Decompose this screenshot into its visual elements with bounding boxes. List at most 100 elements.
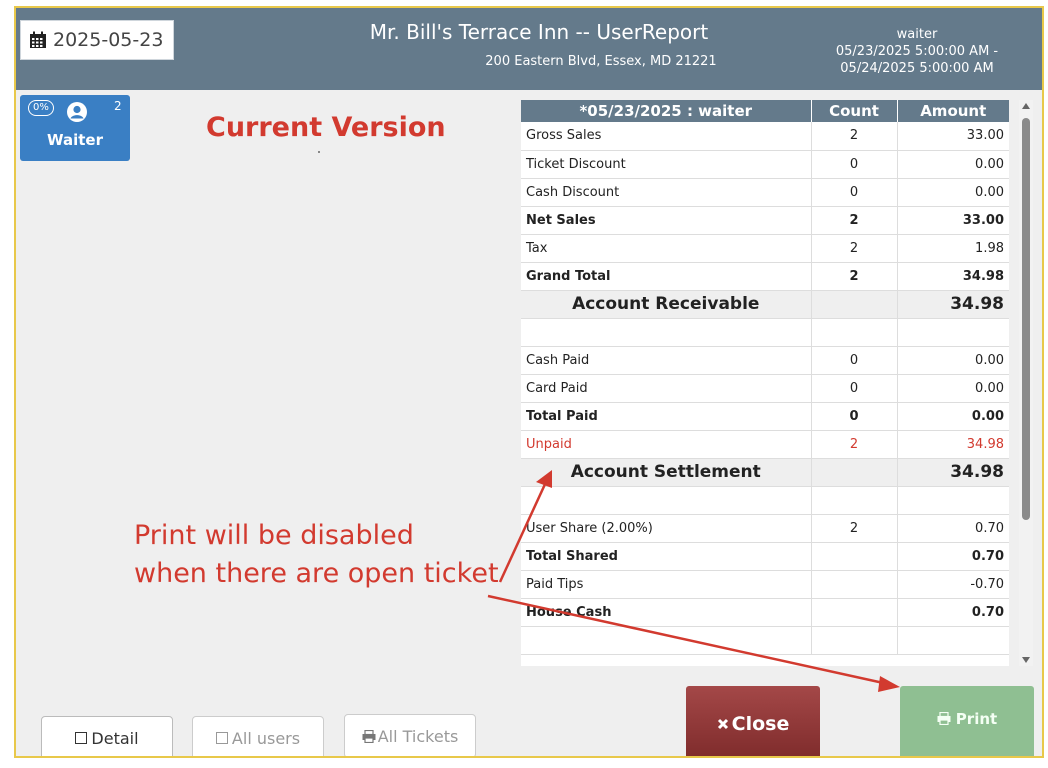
table-row: Total Shared 0.70 <box>521 542 1009 571</box>
row-label: Net Sales <box>521 206 811 235</box>
row-amount: 0.00 <box>896 178 1009 207</box>
note-line-2: when there are open ticket <box>134 558 499 589</box>
restaurant-address: 200 Eastern Blvd, Essex, MD 21221 <box>485 54 717 69</box>
print-label: Print <box>955 710 998 728</box>
report-window: 2025-05-23 Mr. Bill's Terrace Inn -- Use… <box>14 6 1044 758</box>
user-icon <box>67 102 87 122</box>
row-amount <box>896 486 1009 515</box>
row-label: Cash Discount <box>521 178 811 207</box>
report-scrollbar[interactable] <box>1019 100 1033 666</box>
row-label: User Share (2.00%) <box>521 514 811 543</box>
row-count <box>810 486 897 515</box>
detail-label: Detail <box>91 728 139 748</box>
report-table-container[interactable]: *05/23/2025 : waiter Count Amount Gross … <box>521 100 1009 666</box>
arrow-print-head-icon <box>878 676 900 692</box>
row-count: 0 <box>810 346 897 375</box>
row-amount: 34.98 <box>896 290 1009 319</box>
row-count: 2 <box>810 430 897 459</box>
table-row: House Cash 0.70 <box>521 598 1009 627</box>
row-count <box>810 626 897 655</box>
row-count: 0 <box>810 178 897 207</box>
row-count: 2 <box>810 234 897 263</box>
report-title: Mr. Bill's Terrace Inn -- UserReport <box>369 20 709 44</box>
row-count <box>810 458 897 487</box>
row-amount: 0.00 <box>896 346 1009 375</box>
row-amount: 1.98 <box>896 234 1009 263</box>
scroll-thumb[interactable] <box>1022 118 1030 520</box>
report-header: 2025-05-23 Mr. Bill's Terrace Inn -- Use… <box>16 8 1042 90</box>
row-amount: 0.00 <box>896 374 1009 403</box>
section-label: Account Receivable <box>521 290 811 319</box>
date-range-end: 05/24/2025 5:00:00 AM <box>840 61 994 76</box>
all-users-label: All users <box>231 728 301 748</box>
row-label <box>521 626 811 655</box>
row-amount: 33.00 <box>896 206 1009 235</box>
print-note-annotation: Print will be disabled when there are op… <box>134 517 499 593</box>
column-header: Amount <box>897 100 1009 122</box>
all-tickets-button[interactable]: All Tickets <box>344 714 476 756</box>
row-count: 2 <box>810 122 897 151</box>
row-amount: 0.00 <box>896 150 1009 179</box>
row-label: Paid Tips <box>521 570 811 599</box>
row-count: 2 <box>810 514 897 543</box>
row-label: Unpaid <box>521 430 811 459</box>
row-label: Tax <box>521 234 811 263</box>
row-count: 0 <box>810 150 897 179</box>
close-label: Close <box>731 713 790 735</box>
table-row: Cash Discount 0 0.00 <box>521 178 1009 207</box>
row-label: Total Paid <box>521 402 811 431</box>
table-header-row: *05/23/2025 : waiter Count Amount <box>521 100 1009 122</box>
row-label: Ticket Discount <box>521 150 811 179</box>
table-row: Ticket Discount 0 0.00 <box>521 150 1009 179</box>
row-label: Card Paid <box>521 374 811 403</box>
scroll-down-arrow-icon[interactable] <box>1022 657 1030 663</box>
detail-checkbox-button[interactable]: Detail <box>41 716 173 756</box>
table-row: Grand Total 2 34.98 <box>521 262 1009 291</box>
row-amount: 0.70 <box>896 598 1009 627</box>
row-count: 0 <box>810 374 897 403</box>
note-line-1: Print will be disabled <box>134 520 414 551</box>
section-label: Account Settlement <box>521 458 811 487</box>
current-version-annotation: Current Version <box>206 112 446 143</box>
row-count <box>810 290 897 319</box>
row-label <box>521 486 811 515</box>
row-label: Cash Paid <box>521 346 811 375</box>
row-count <box>810 598 897 627</box>
row-label <box>521 318 811 347</box>
table-row: Paid Tips -0.70 <box>521 570 1009 599</box>
section-row: Account Receivable 34.98 <box>521 290 1009 319</box>
header-user: waiter <box>896 27 938 42</box>
ticket-count: 2 <box>114 99 122 113</box>
blank-row <box>521 318 1009 347</box>
blank-row <box>521 626 1009 655</box>
close-button[interactable]: Close <box>686 686 820 756</box>
table-row: Gross Sales 2 33.00 <box>521 122 1009 151</box>
printer-icon <box>937 712 951 725</box>
checkbox-icon <box>215 732 228 744</box>
printer-icon <box>362 730 376 743</box>
all-users-checkbox-button[interactable]: All users <box>192 716 324 756</box>
row-count <box>810 318 897 347</box>
blank-row <box>521 486 1009 515</box>
column-header: Count <box>811 100 898 122</box>
row-amount: 34.98 <box>896 262 1009 291</box>
waiter-user-button[interactable]: 0% 2 Waiter <box>20 95 130 161</box>
print-button[interactable]: Print <box>900 686 1034 756</box>
report-table: *05/23/2025 : waiter Count Amount Gross … <box>521 100 1009 655</box>
row-count <box>810 542 897 571</box>
table-row: Net Sales 2 33.00 <box>521 206 1009 235</box>
row-label: Total Shared <box>521 542 811 571</box>
row-label: Grand Total <box>521 262 811 291</box>
scroll-up-arrow-icon[interactable] <box>1022 103 1030 109</box>
column-header: *05/23/2025 : waiter <box>521 100 812 122</box>
section-row: Account Settlement 34.98 <box>521 458 1009 487</box>
table-row: Cash Paid 0 0.00 <box>521 346 1009 375</box>
table-row: Tax 2 1.98 <box>521 234 1009 263</box>
divider-dot <box>318 151 320 153</box>
row-amount: 0.70 <box>896 514 1009 543</box>
row-count: 2 <box>810 262 897 291</box>
percent-badge: 0% <box>28 100 54 116</box>
row-amount: 34.98 <box>896 458 1009 487</box>
row-amount <box>896 318 1009 347</box>
row-label: House Cash <box>521 598 811 627</box>
